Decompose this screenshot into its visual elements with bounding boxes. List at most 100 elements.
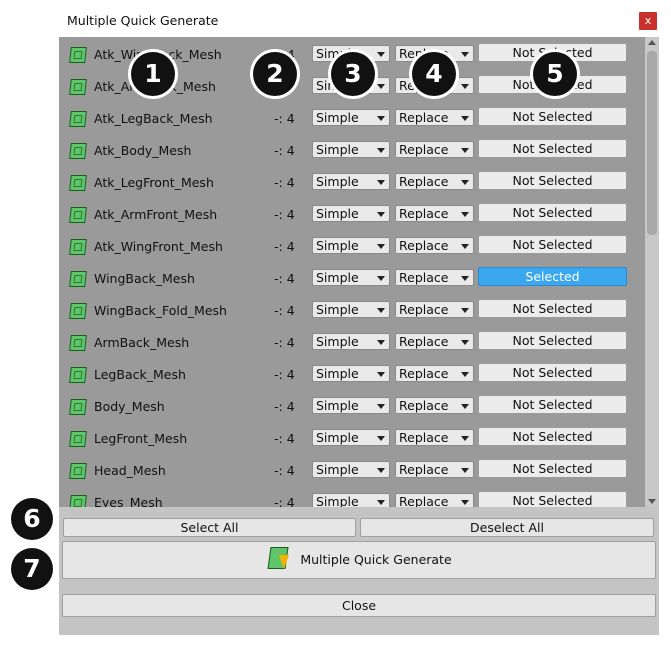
mode-value: Simple <box>316 174 359 189</box>
chevron-down-icon <box>377 84 385 89</box>
action-dropdown[interactable]: Replace <box>395 301 474 318</box>
action-dropdown[interactable]: Replace <box>395 429 474 446</box>
action-dropdown[interactable]: Replace <box>395 269 474 286</box>
callout-badge-6: 6 <box>11 498 53 540</box>
action-dropdown[interactable]: Replace <box>395 397 474 414</box>
chevron-down-icon <box>461 404 469 409</box>
chevron-down-icon <box>461 308 469 313</box>
selection-toggle-button[interactable]: Not Selected <box>478 395 627 414</box>
mode-value: Simple <box>316 334 359 349</box>
chevron-down-icon <box>461 212 469 217</box>
close-button[interactable]: Close <box>62 594 656 617</box>
mesh-name: LegBack_Mesh <box>94 367 186 382</box>
scroll-down-arrow-icon[interactable] <box>648 499 656 504</box>
mesh-name: Atk_ArmFront_Mesh <box>94 207 218 222</box>
mesh-row: Atk_WingFront_Mesh -: 4 Simple Replace Not S… <box>59 229 645 261</box>
select-all-button[interactable]: Select All <box>63 518 356 537</box>
mode-value: Simple <box>316 366 359 381</box>
selection-toggle-button[interactable]: Not Selected <box>478 427 627 446</box>
chevron-down-icon <box>377 308 385 313</box>
action-dropdown[interactable]: Replace <box>395 493 474 507</box>
mesh-row: Atk_LegFront_Mesh -: 4 Simple Replace Not Se… <box>59 165 645 197</box>
mode-dropdown[interactable]: Simple <box>312 461 390 478</box>
mesh-row: LegFront_Mesh -: 4 Simple Replace Not Select… <box>59 421 645 453</box>
mesh-row: WingBack_Fold_Mesh -: 4 Simple Replace Not S… <box>59 293 645 325</box>
mesh-name: Eyes_Mesh <box>94 495 163 507</box>
mesh-name: Atk_LegFront_Mesh <box>94 175 214 190</box>
mesh-icon <box>69 271 87 287</box>
mesh-name: WingBack_Fold_Mesh <box>94 303 227 318</box>
chevron-down-icon <box>377 52 385 57</box>
mesh-row: Atk_ArmFront_Mesh -: 4 Simple Replace Not Se… <box>59 197 645 229</box>
chevron-down-icon <box>377 276 385 281</box>
action-dropdown[interactable]: Replace <box>395 461 474 478</box>
mode-dropdown[interactable]: Simple <box>312 205 390 222</box>
mode-dropdown[interactable]: Simple <box>312 269 390 286</box>
selection-toggle-button[interactable]: Not Selected <box>478 491 627 507</box>
action-dropdown[interactable]: Replace <box>395 333 474 350</box>
mesh-icon <box>69 495 87 507</box>
mesh-row: ArmBack_Mesh -: 4 Simple Replace Not Selecte… <box>59 325 645 357</box>
mode-dropdown[interactable]: Simple <box>312 397 390 414</box>
action-dropdown[interactable]: Replace <box>395 109 474 126</box>
chevron-down-icon <box>377 372 385 377</box>
mesh-row: Body_Mesh -: 4 Simple Replace Not Selected <box>59 389 645 421</box>
action-value: Replace <box>399 430 449 445</box>
selection-toggle-button[interactable]: Not Selected <box>478 235 627 254</box>
mode-dropdown[interactable]: Simple <box>312 333 390 350</box>
multiple-quick-generate-label: Multiple Quick Generate <box>300 552 452 567</box>
action-dropdown[interactable]: Replace <box>395 205 474 222</box>
mode-value: Simple <box>316 462 359 477</box>
selection-toggle-button[interactable]: Not Selected <box>478 139 627 158</box>
selection-toggle-button[interactable]: Not Selected <box>478 331 627 350</box>
lod-count: -: 4 <box>274 367 295 382</box>
vertical-scrollbar[interactable] <box>645 37 659 507</box>
mesh-row: Atk_Body_Mesh -: 4 Simple Replace Not Select… <box>59 133 645 165</box>
chevron-down-icon <box>377 500 385 505</box>
selection-toggle-button[interactable]: Not Selected <box>478 203 627 222</box>
selection-toggle-button[interactable]: Not Selected <box>478 459 627 478</box>
selection-toggle-button[interactable]: Selected <box>478 267 627 286</box>
selection-toggle-button[interactable]: Not Selected <box>478 299 627 318</box>
chevron-down-icon <box>377 404 385 409</box>
action-dropdown[interactable]: Replace <box>395 141 474 158</box>
mode-dropdown[interactable]: Simple <box>312 429 390 446</box>
mesh-icon <box>69 367 87 383</box>
mode-dropdown[interactable]: Simple <box>312 493 390 507</box>
mode-dropdown[interactable]: Simple <box>312 141 390 158</box>
chevron-down-icon <box>461 500 469 505</box>
mode-dropdown[interactable]: Simple <box>312 365 390 382</box>
mesh-name: LegFront_Mesh <box>94 431 188 446</box>
action-dropdown[interactable]: Replace <box>395 173 474 190</box>
window-close-button[interactable]: x <box>639 12 657 30</box>
mode-dropdown[interactable]: Simple <box>312 237 390 254</box>
mode-dropdown[interactable]: Simple <box>312 109 390 126</box>
action-dropdown[interactable]: Replace <box>395 237 474 254</box>
action-dropdown[interactable]: Replace <box>395 365 474 382</box>
scroll-up-arrow-icon[interactable] <box>648 40 656 45</box>
deselect-all-button[interactable]: Deselect All <box>360 518 654 537</box>
chevron-down-icon <box>461 436 469 441</box>
selection-toggle-button[interactable]: Not Selected <box>478 107 627 126</box>
chevron-down-icon <box>461 372 469 377</box>
selection-toggle-button[interactable]: Not Selected <box>478 363 627 382</box>
window-title: Multiple Quick Generate <box>67 13 219 28</box>
chevron-down-icon <box>461 340 469 345</box>
chevron-down-icon <box>461 244 469 249</box>
mesh-list: Atk_WingBack_Mesh-: 4SimpleReplaceNot Se… <box>59 37 645 507</box>
multiple-quick-generate-button[interactable]: Multiple Quick Generate <box>62 541 656 579</box>
selection-toggle-button[interactable]: Not Selected <box>478 171 627 190</box>
mode-dropdown[interactable]: Simple <box>312 173 390 190</box>
action-value: Replace <box>399 462 449 477</box>
mode-dropdown[interactable]: Simple <box>312 301 390 318</box>
lod-count: -: 4 <box>274 303 295 318</box>
mesh-name: ArmBack_Mesh <box>94 335 190 350</box>
callout-badge-3: 3 <box>331 52 375 96</box>
mesh-icon <box>69 207 87 223</box>
mesh-icon <box>69 143 87 159</box>
scroll-thumb[interactable] <box>647 51 657 235</box>
mode-value: Simple <box>316 238 359 253</box>
mode-value: Simple <box>316 430 359 445</box>
mesh-row: WingBack_Mesh -: 4 Simple Replace Selected <box>59 261 645 293</box>
mesh-name: Atk_WingFront_Mesh <box>94 239 223 254</box>
